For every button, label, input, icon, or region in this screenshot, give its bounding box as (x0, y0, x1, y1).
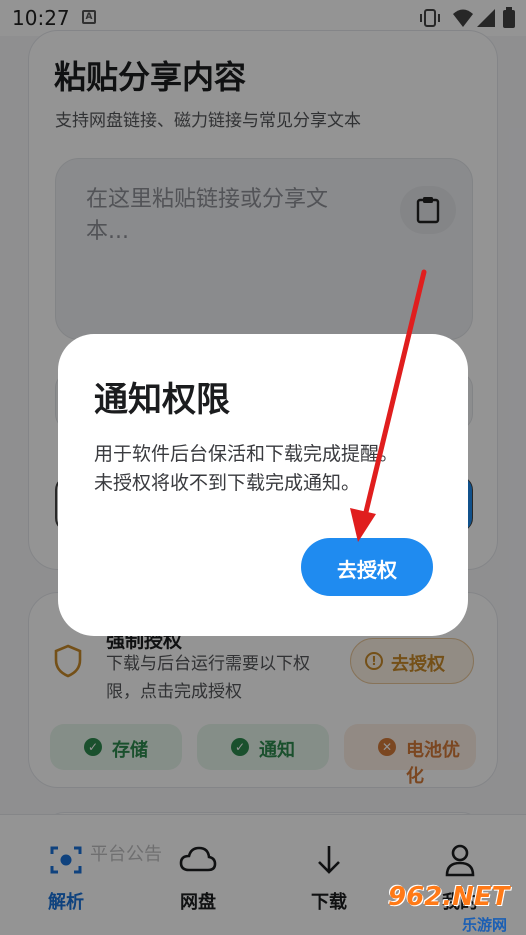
dialog-authorize-button[interactable]: 去授权 (301, 538, 433, 596)
dialog-message: 用于软件后台保活和下载完成提醒。 未授权将收不到下载完成通知。 (94, 440, 444, 498)
watermark-text: 乐游网 (462, 916, 508, 934)
dialog-message-line-1: 用于软件后台保活和下载完成提醒。 (94, 443, 399, 465)
dialog-authorize-label: 去授权 (337, 558, 397, 582)
watermark-logo: 962.NET (388, 882, 510, 912)
dialog-title: 通知权限 (94, 380, 230, 420)
dialog-message-line-2: 未授权将收不到下载完成通知。 (94, 472, 361, 494)
